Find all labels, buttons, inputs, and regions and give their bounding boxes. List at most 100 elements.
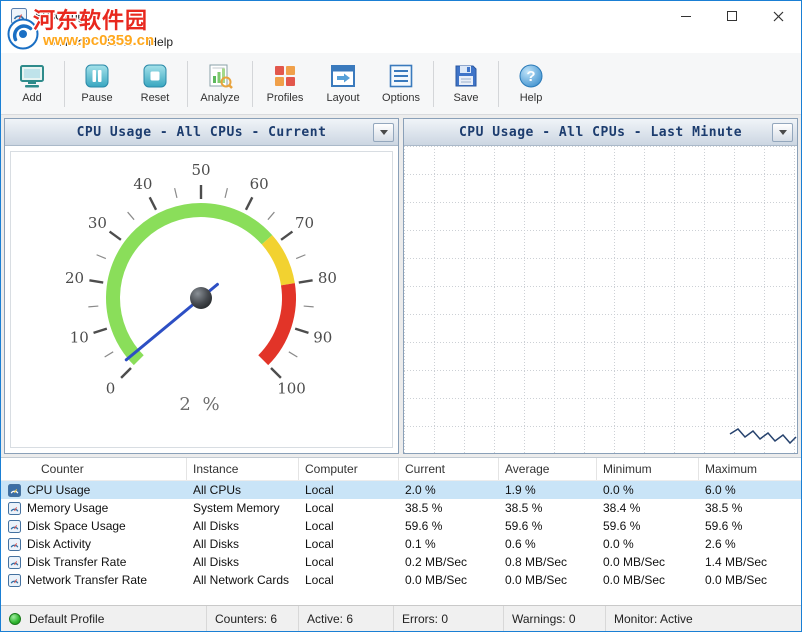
svg-text:50: 50 [191, 161, 210, 179]
status-profile: Default Profile [1, 606, 207, 631]
table-cell: 59.6 % [699, 519, 801, 533]
table-cell: System Memory [187, 501, 299, 515]
gauge-value: 2 % [179, 394, 222, 415]
table-cell: 0.8 MB/Sec [499, 555, 597, 569]
table-cell: Local [299, 537, 399, 551]
table-cell: 6.0 % [699, 483, 801, 497]
window-controls [663, 1, 801, 31]
right-panel-dropdown-button[interactable] [772, 123, 793, 142]
options-button[interactable]: Options [372, 57, 430, 111]
column-header-computer[interactable]: Computer [299, 458, 399, 480]
help-button[interactable]: ? Help [502, 57, 560, 111]
counter-icon [8, 574, 21, 587]
status-active: Active: 6 [299, 606, 394, 631]
cpu-gauge: 2 % 0102030405060708090100 [5, 146, 398, 453]
column-header-current[interactable]: Current [399, 458, 499, 480]
add-button[interactable]: Add [3, 57, 61, 111]
profiles-button[interactable]: Profiles [256, 57, 314, 111]
analyze-label: Analyze [200, 92, 239, 104]
reset-button[interactable]: Reset [126, 57, 184, 111]
counter-name: Disk Transfer Rate [27, 555, 126, 569]
save-label: Save [453, 92, 478, 104]
save-button[interactable]: Save [437, 57, 495, 111]
table-cell: All Network Cards [187, 573, 299, 587]
window-title: SysGauge [35, 9, 91, 23]
gauge-panel-header: CPU Usage - All CPUs - Current [5, 119, 398, 146]
svg-text:90: 90 [313, 329, 332, 347]
help-icon: ? [518, 63, 544, 89]
svg-text:40: 40 [133, 175, 152, 193]
toolbar-separator [498, 61, 499, 107]
table-row[interactable]: Network Transfer RateAll Network CardsLo… [1, 571, 801, 589]
counter-name: CPU Usage [27, 483, 90, 497]
gauge-panel-body: 2 % 0102030405060708090100 [5, 146, 398, 453]
table-cell: All Disks [187, 519, 299, 533]
reset-icon [142, 63, 168, 89]
pause-icon [84, 63, 110, 89]
table-cell: 0.6 % [499, 537, 597, 551]
add-label: Add [22, 92, 42, 104]
sysgauge-window: SysGauge File Monitor Tools Help 河东软件园 w… [0, 0, 802, 632]
maximize-button[interactable] [709, 1, 755, 31]
menu-file[interactable]: File [5, 32, 40, 52]
left-panel-title: CPU Usage - All CPUs - Current [77, 125, 327, 140]
table-row[interactable]: CPU UsageAll CPUsLocal2.0 %1.9 %0.0 %6.0… [1, 481, 801, 499]
layout-button[interactable]: Layout [314, 57, 372, 111]
right-panel-title: CPU Usage - All CPUs - Last Minute [459, 125, 742, 140]
options-icon [388, 63, 414, 89]
analyze-icon [207, 63, 233, 89]
svg-text:80: 80 [318, 269, 337, 287]
svg-text:100: 100 [277, 380, 306, 398]
counter-icon [8, 484, 21, 497]
table-cell: All Disks [187, 537, 299, 551]
table-row[interactable]: Disk Transfer RateAll DisksLocal0.2 MB/S… [1, 553, 801, 571]
add-icon [19, 63, 45, 89]
table-row[interactable]: Disk Space UsageAll DisksLocal59.6 %59.6… [1, 517, 801, 535]
status-profile-label: Default Profile [29, 612, 104, 626]
table-cell: 0.0 MB/Sec [597, 555, 699, 569]
minimize-icon [681, 16, 691, 17]
menu-help[interactable]: Help [140, 32, 181, 52]
column-header-average[interactable]: Average [499, 458, 597, 480]
svg-text:60: 60 [250, 175, 269, 193]
toolbar-separator [252, 61, 253, 107]
counter-table: CounterInstanceComputerCurrentAverageMin… [1, 457, 801, 605]
table-cell: 1.4 MB/Sec [699, 555, 801, 569]
table-cell: 0.0 MB/Sec [597, 573, 699, 587]
column-header-minimum[interactable]: Minimum [597, 458, 699, 480]
counter-icon [8, 502, 21, 515]
table-cell: 2.6 % [699, 537, 801, 551]
table-cell: 0.1 % [399, 537, 499, 551]
profiles-icon [272, 63, 298, 89]
table-cell: All Disks [187, 555, 299, 569]
gauge-panel: CPU Usage - All CPUs - Current 2 % 01020… [4, 118, 399, 454]
table-cell: Local [299, 483, 399, 497]
app-icon [11, 8, 27, 24]
maximize-icon [727, 11, 737, 21]
counter-name: Disk Activity [27, 537, 91, 551]
pause-button[interactable]: Pause [68, 57, 126, 111]
minimize-button[interactable] [663, 1, 709, 31]
help-label: Help [520, 92, 543, 104]
column-header-counter[interactable]: Counter [1, 458, 187, 480]
toolbar-separator [433, 61, 434, 107]
table-cell: Local [299, 519, 399, 533]
analyze-button[interactable]: Analyze [191, 57, 249, 111]
close-button[interactable] [755, 1, 801, 31]
menu-tools[interactable]: Tools [96, 32, 140, 52]
menu-bar: File Monitor Tools Help [1, 31, 801, 53]
table-row[interactable]: Memory UsageSystem MemoryLocal38.5 %38.5… [1, 499, 801, 517]
counter-icon [8, 538, 21, 551]
table-header: CounterInstanceComputerCurrentAverageMin… [1, 458, 801, 481]
table-cell: 38.5 % [499, 501, 597, 515]
table-row[interactable]: Disk ActivityAll DisksLocal0.1 %0.6 %0.0… [1, 535, 801, 553]
column-header-maximum[interactable]: Maximum [699, 458, 801, 480]
main-area: CPU Usage - All CPUs - Current 2 % 01020… [1, 115, 801, 457]
toolbar-separator [187, 61, 188, 107]
column-header-instance[interactable]: Instance [187, 458, 299, 480]
toolbar: Add Pause Reset Analyze Profi [1, 53, 801, 115]
left-panel-dropdown-button[interactable] [373, 123, 394, 142]
menu-monitor[interactable]: Monitor [40, 32, 96, 52]
table-cell: Local [299, 501, 399, 515]
svg-text:30: 30 [88, 214, 107, 232]
